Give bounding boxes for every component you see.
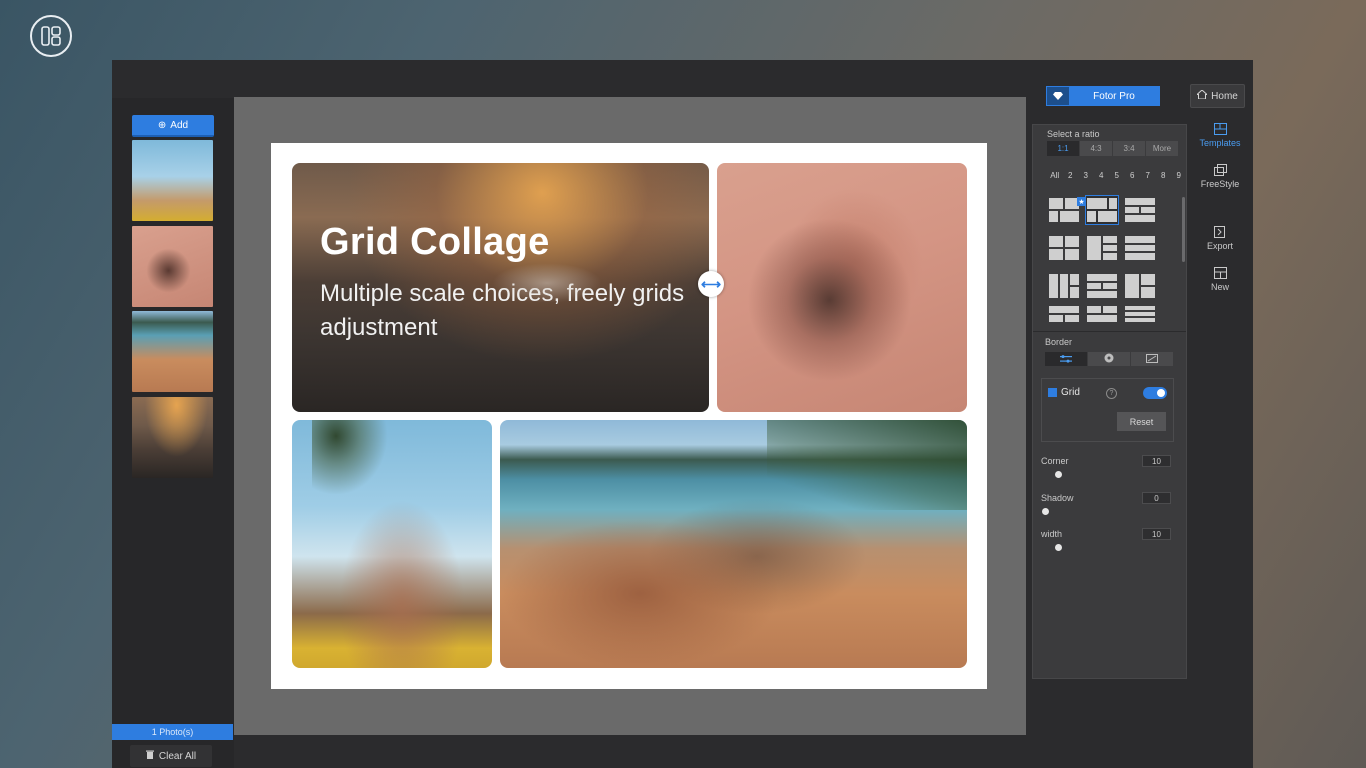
corner-slider[interactable]	[1055, 471, 1062, 478]
template-option[interactable]	[1085, 303, 1119, 325]
reset-button[interactable]: Reset	[1117, 412, 1166, 431]
add-photo-label: Add	[170, 119, 189, 131]
grid-label: Grid	[1061, 387, 1080, 398]
count-filter-5[interactable]: 5	[1109, 171, 1125, 180]
panel-divider	[1033, 331, 1186, 332]
border-tab-color[interactable]	[1088, 352, 1130, 366]
collage-headline: Grid Collage	[320, 221, 550, 263]
ratio-tab-more[interactable]: More	[1146, 141, 1178, 156]
collage-cell-sunset-beach[interactable]: Grid Collage Multiple scale choices, fre…	[292, 163, 709, 412]
home-button[interactable]: Home	[1190, 84, 1245, 108]
collage-board: Grid Collage Multiple scale choices, fre…	[271, 143, 987, 689]
template-option[interactable]	[1047, 271, 1081, 301]
diamond-icon	[1047, 87, 1069, 105]
collage-cell-beach-selfie[interactable]	[500, 420, 967, 668]
plus-circle-icon: ⊕	[157, 119, 167, 131]
nav-templates-label: Templates	[1199, 138, 1241, 148]
photo-sidebar: ⊕ Add 1 Photo(s) Clear All	[112, 98, 234, 768]
nav-export-label: Export	[1206, 241, 1233, 251]
ratio-tab-3-4[interactable]: 3:4	[1113, 141, 1145, 156]
nav-new-label: New	[1210, 282, 1229, 292]
template-option[interactable]	[1047, 233, 1081, 263]
photo-count-bar: 1 Photo(s)	[112, 724, 233, 740]
width-label: width	[1041, 529, 1063, 539]
nav-templates[interactable]: Templates	[1195, 123, 1245, 148]
border-title: Border	[1045, 337, 1073, 347]
photo-thumbnail[interactable]	[132, 226, 213, 307]
nav-new[interactable]: New	[1195, 267, 1245, 292]
template-scrollbar[interactable]	[1182, 197, 1185, 262]
border-tab-pattern[interactable]	[1131, 352, 1173, 366]
collage-cell-sand-portrait[interactable]	[717, 163, 967, 412]
border-tabs	[1045, 352, 1173, 366]
template-option[interactable]	[1085, 233, 1119, 263]
settings-panel: Select a ratio 1:1 4:3 3:4 More All 2 3 …	[1032, 124, 1187, 679]
pattern-icon	[1146, 350, 1158, 368]
count-filter-6[interactable]: 6	[1125, 171, 1141, 180]
templates-icon	[1213, 123, 1227, 135]
freestyle-icon	[1213, 164, 1227, 176]
home-icon	[1195, 89, 1209, 102]
photo-thumbnail[interactable]	[132, 311, 213, 392]
home-label: Home	[1211, 90, 1238, 102]
ratio-tabs: 1:1 4:3 3:4 More	[1047, 141, 1178, 156]
grid-resize-handle-icon[interactable]: ⟷	[698, 271, 724, 297]
new-collage-icon	[1213, 267, 1227, 279]
nav-export[interactable]: Export	[1195, 226, 1245, 251]
star-badge-icon	[1048, 388, 1057, 397]
ratio-title: Select a ratio	[1047, 129, 1100, 139]
clear-all-button[interactable]: Clear All	[130, 745, 212, 767]
export-icon	[1213, 226, 1225, 238]
photo-thumbnail[interactable]	[132, 140, 213, 221]
trash-icon	[145, 750, 154, 762]
corner-value-input[interactable]: 10	[1142, 455, 1171, 467]
template-option[interactable]	[1047, 303, 1081, 325]
fotor-pro-label: Fotor Pro	[1069, 87, 1159, 105]
fotor-pro-button[interactable]: Fotor Pro	[1046, 86, 1160, 106]
app-window: ⊕ Add 1 Photo(s) Clear All Grid Collage …	[112, 60, 1253, 768]
border-tab-grid-settings[interactable]	[1045, 352, 1087, 366]
nav-freestyle[interactable]: FreeStyle	[1195, 164, 1245, 189]
app-logo-icon[interactable]	[30, 15, 72, 57]
count-filter-8[interactable]: 8	[1156, 171, 1172, 180]
count-filter-all[interactable]: All	[1047, 171, 1063, 180]
count-filter-2[interactable]: 2	[1063, 171, 1079, 180]
template-option[interactable]	[1123, 303, 1157, 325]
grid-toggle[interactable]	[1143, 387, 1167, 399]
template-option[interactable]	[1123, 195, 1157, 225]
collage-cell-palm-friends[interactable]	[292, 420, 492, 668]
shadow-value-input[interactable]: 0	[1142, 492, 1171, 504]
collage-subline: Multiple scale choices, freely grids adj…	[320, 280, 685, 341]
template-option-selected[interactable]	[1085, 195, 1119, 225]
nav-freestyle-label: FreeStyle	[1200, 179, 1240, 189]
star-badge-icon: ★	[1077, 197, 1086, 206]
sliders-icon	[1060, 350, 1072, 368]
ratio-tab-1-1[interactable]: 1:1	[1047, 141, 1079, 156]
template-option[interactable]	[1123, 233, 1157, 263]
add-photo-button[interactable]: ⊕ Add	[132, 115, 214, 137]
help-icon[interactable]: ?	[1106, 388, 1117, 399]
count-filter-4[interactable]: 4	[1094, 171, 1110, 180]
ratio-tab-4-3[interactable]: 4:3	[1080, 141, 1112, 156]
template-option[interactable]	[1085, 271, 1119, 301]
count-filter-9[interactable]: 9	[1171, 171, 1187, 180]
width-slider[interactable]	[1055, 544, 1062, 551]
count-filter-7[interactable]: 7	[1140, 171, 1156, 180]
template-option[interactable]	[1047, 195, 1081, 225]
photo-count-filter: All 2 3 4 5 6 7 8 9	[1047, 171, 1187, 180]
color-palette-icon	[1104, 350, 1114, 368]
corner-label: Corner	[1041, 456, 1069, 466]
photo-thumbnail[interactable]	[132, 397, 213, 478]
shadow-label: Shadow	[1041, 493, 1074, 503]
clear-all-label: Clear All	[158, 750, 197, 762]
grid-settings-box: Grid ? Reset	[1041, 378, 1174, 442]
width-value-input[interactable]: 10	[1142, 528, 1171, 540]
shadow-slider[interactable]	[1042, 508, 1049, 515]
canvas-area: Grid Collage Multiple scale choices, fre…	[234, 97, 1026, 735]
template-option[interactable]	[1123, 271, 1157, 301]
count-filter-3[interactable]: 3	[1078, 171, 1094, 180]
